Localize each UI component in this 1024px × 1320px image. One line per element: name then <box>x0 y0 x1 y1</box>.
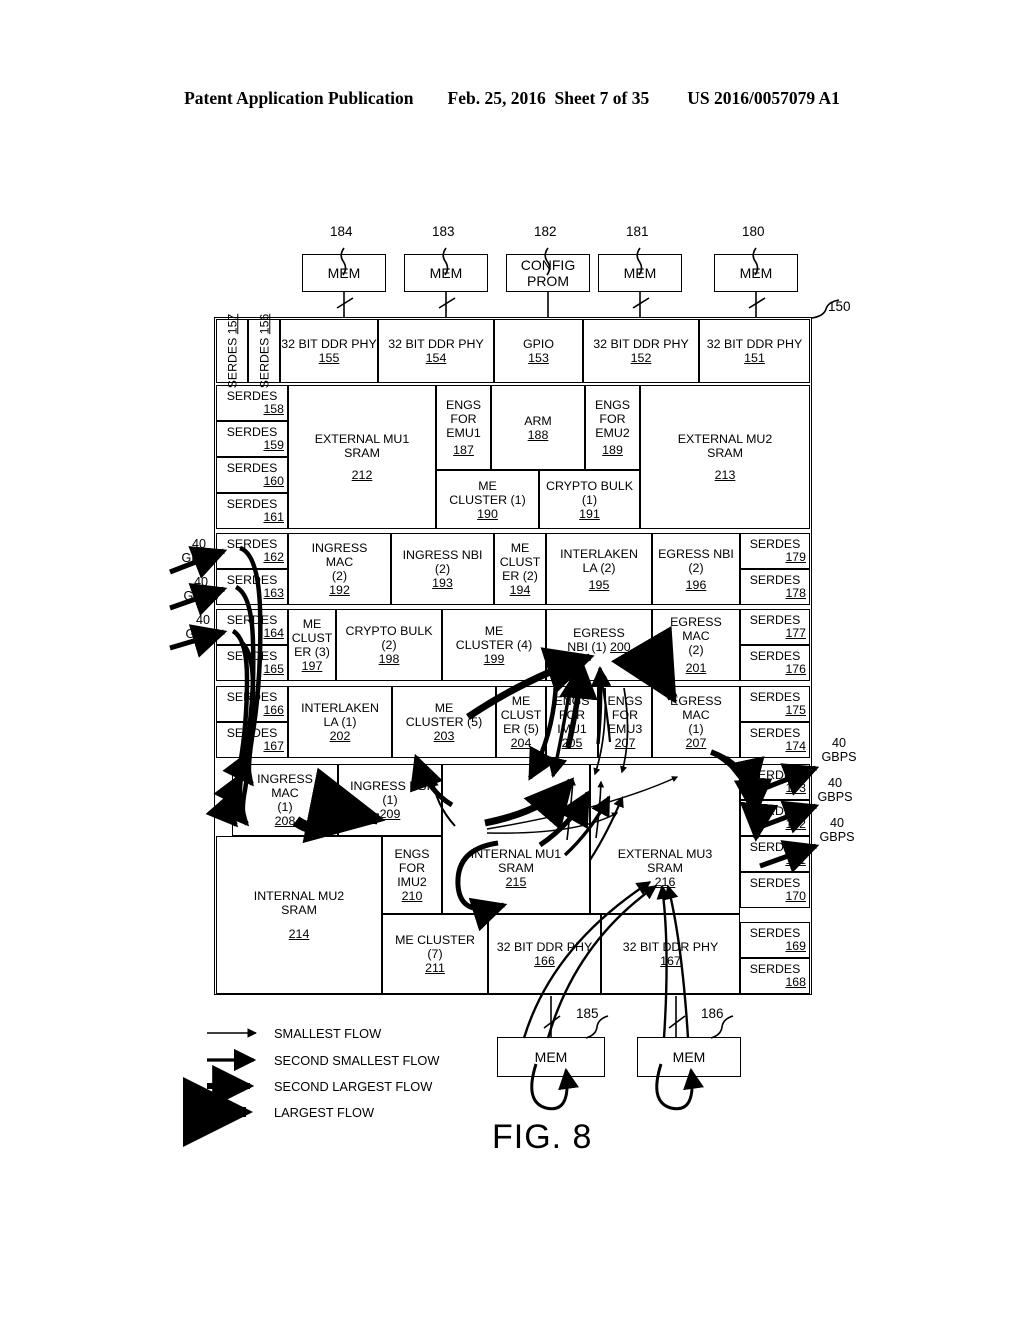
serdes-cell-165: SERDES 165 <box>216 645 288 681</box>
ref-number-182: 182 <box>534 224 557 239</box>
block-ingress-mac-2-192: INGRESS MAC (2) 192 <box>288 533 391 605</box>
block-ingress-nbi-1-209: INGRESS NBI (1) 209 <box>338 764 442 836</box>
throughput-label-right-3: 40 GBPS <box>819 816 855 844</box>
block-interlaken-la-2-195: INTERLAKEN LA (2) 195 <box>546 533 652 605</box>
block-32bit-ddr-phy-154: 32 BIT DDR PHY 154 <box>378 319 494 383</box>
mem-box-181: MEM <box>598 254 682 292</box>
egress-nbi-1-line2: NBI (1) 200 <box>567 640 631 654</box>
serdes-cell-157: SERDES 157 <box>216 314 248 388</box>
block-32bit-ddr-phy-152: 32 BIT DDR PHY 152 <box>583 319 699 383</box>
mem-label: MEM <box>623 265 657 281</box>
mem-label: MEM <box>739 265 773 281</box>
block-egress-mac-2-201: EGRESS MAC (2) 201 <box>652 609 740 681</box>
figure-caption: FIG. 8 <box>492 1118 593 1156</box>
ref-number-150: 150 <box>828 299 851 314</box>
block-me-cluster-5b-204: ME CLUST ER (5) 204 <box>496 686 546 758</box>
serdes-cell-167: SERDES 167 <box>216 722 288 758</box>
ref-number-184: 184 <box>330 224 353 239</box>
serdes-cell-170: SERDES 170 <box>740 872 810 908</box>
ref-number-186: 186 <box>701 1006 724 1021</box>
mem-box-183: MEM <box>404 254 488 292</box>
block-external-mu3-sram-216: EXTERNAL MU3 SRAM 216 <box>590 764 740 914</box>
serdes-cell-161: SERDES 161 <box>216 493 288 529</box>
serdes-cell-159: SERDES 159 <box>216 421 288 457</box>
serdes-cell-166: SERDES 166 <box>216 686 288 722</box>
block-crypto-bulk-2-198: CRYPTO BULK (2) 198 <box>336 609 442 681</box>
throughput-label-left-2: 40 GBPS <box>183 575 219 603</box>
block-me-cluster-7-211: ME CLUSTER (7) 211 <box>382 914 488 994</box>
throughput-label-right-1: 40 GBPS <box>821 736 857 764</box>
block-me-cluster-5-203: ME CLUSTER (5) 203 <box>392 686 496 758</box>
block-ingress-mac-1-208: INGRESS MAC (1) 208 <box>232 764 338 836</box>
block-32bit-ddr-phy-166: 32 BIT DDR PHY 166 <box>488 914 601 994</box>
serdes-cell-176: SERDES 176 <box>740 645 810 681</box>
block-me-cluster-3-197: ME CLUST ER (3) 197 <box>288 609 336 681</box>
legend-label-largest-flow: LARGEST FLOW <box>274 1105 375 1120</box>
serdes-vertical-label: SERDES 157 <box>225 313 239 389</box>
mem-label: MEM <box>534 1049 568 1065</box>
mem-label: MEM <box>327 265 361 281</box>
block-engs-for-emu2-189: ENGS FOR EMU2 189 <box>585 385 640 470</box>
block-gpio-153: GPIO 153 <box>494 319 583 383</box>
legend-label-second-largest-flow: SECOND LARGEST FLOW <box>274 1079 433 1094</box>
block-external-mu2-sram-213: EXTERNAL MU2 SRAM 213 <box>640 385 810 529</box>
mem-box-180: MEM <box>714 254 798 292</box>
mem-box-186: MEM <box>637 1037 741 1077</box>
block-engs-for-imu1-205: ENGS FOR IMU1 205 <box>546 686 598 758</box>
serdes-cell-160: SERDES 160 <box>216 457 288 493</box>
serdes-cell-156: SERDES 156 <box>248 314 280 388</box>
block-egress-mac-1-207: EGRESS MAC (1) 207 <box>652 686 740 758</box>
block-me-cluster-2-194: ME CLUST ER (2) 194 <box>494 533 546 605</box>
mem-label: MEM <box>429 265 463 281</box>
block-arm-188: ARM 188 <box>491 385 585 470</box>
block-internal-mu2-sram-214: INTERNAL MU2 SRAM 214 <box>216 836 382 994</box>
ref-number-185: 185 <box>576 1006 599 1021</box>
throughput-label-left-3: 40 GBPS <box>185 613 221 641</box>
serdes-cell-169: SERDES 169 <box>740 922 810 958</box>
block-egress-nbi-2-196: EGRESS NBI (2) 196 <box>652 533 740 605</box>
ref-number-181: 181 <box>626 224 649 239</box>
block-interlaken-la-1-202: INTERLAKEN LA (1) 202 <box>288 686 392 758</box>
block-32bit-ddr-phy-167: 32 BIT DDR PHY 167 <box>601 914 740 994</box>
block-me-cluster-4-199: ME CLUSTER (4) 199 <box>442 609 546 681</box>
serdes-cell-179: SERDES 179 <box>740 533 810 569</box>
figure-8-diagram: MEM 184 MEM 183 CONFIG PROM 182 MEM 181 … <box>0 0 1024 1320</box>
block-internal-mu1-sram-215: INTERNAL MU1 SRAM 215 <box>442 764 590 914</box>
serdes-cell-158: SERDES 158 <box>216 385 288 421</box>
block-egress-nbi-1-200: EGRESS NBI (1) 200 <box>546 609 652 681</box>
ref-number-180: 180 <box>742 224 765 239</box>
mem-label: MEM <box>672 1049 706 1065</box>
ref-number-183: 183 <box>432 224 455 239</box>
serdes-cell-177: SERDES 177 <box>740 609 810 645</box>
serdes-cell-175: SERDES 175 <box>740 686 810 722</box>
serdes-cell-174: SERDES 174 <box>740 722 810 758</box>
legend-label-smallest-flow: SMALLEST FLOW <box>274 1026 382 1041</box>
config-prom-label: CONFIG PROM <box>520 257 576 289</box>
serdes-cell-171: SERDES 171 <box>740 836 810 872</box>
serdes-cell-172: SERDES 172 <box>740 800 810 836</box>
block-engs-for-emu3-207: ENGS FOR EMU3 207 <box>598 686 652 758</box>
serdes-cell-173: SERDES 173 <box>740 764 810 800</box>
block-32bit-ddr-phy-151: 32 BIT DDR PHY 151 <box>699 319 810 383</box>
serdes-cell-168: SERDES 168 <box>740 958 810 994</box>
block-me-cluster-1-190: ME CLUSTER (1) 190 <box>436 470 539 529</box>
block-32bit-ddr-phy-155: 32 BIT DDR PHY 155 <box>280 319 378 383</box>
serdes-vertical-label: SERDES 156 <box>257 313 271 389</box>
config-prom-box-182: CONFIG PROM <box>506 254 590 292</box>
block-engs-for-emu1-187: ENGS FOR EMU1 187 <box>436 385 491 470</box>
block-ingress-nbi-2-193: INGRESS NBI (2) 193 <box>391 533 494 605</box>
throughput-label-left-1: 40 GBPS <box>181 537 217 565</box>
mem-box-184: MEM <box>302 254 386 292</box>
throughput-label-right-2: 40 GBPS <box>817 776 853 804</box>
serdes-cell-178: SERDES 178 <box>740 569 810 605</box>
block-external-mu1-sram-212: EXTERNAL MU1 SRAM 212 <box>288 385 436 529</box>
legend-label-second-smallest-flow: SECOND SMALLEST FLOW <box>274 1053 440 1068</box>
mem-box-185: MEM <box>497 1037 605 1077</box>
block-crypto-bulk-1-191: CRYPTO BULK (1) 191 <box>539 470 640 529</box>
block-engs-for-imu2-210: ENGS FOR IMU2 210 <box>382 836 442 914</box>
